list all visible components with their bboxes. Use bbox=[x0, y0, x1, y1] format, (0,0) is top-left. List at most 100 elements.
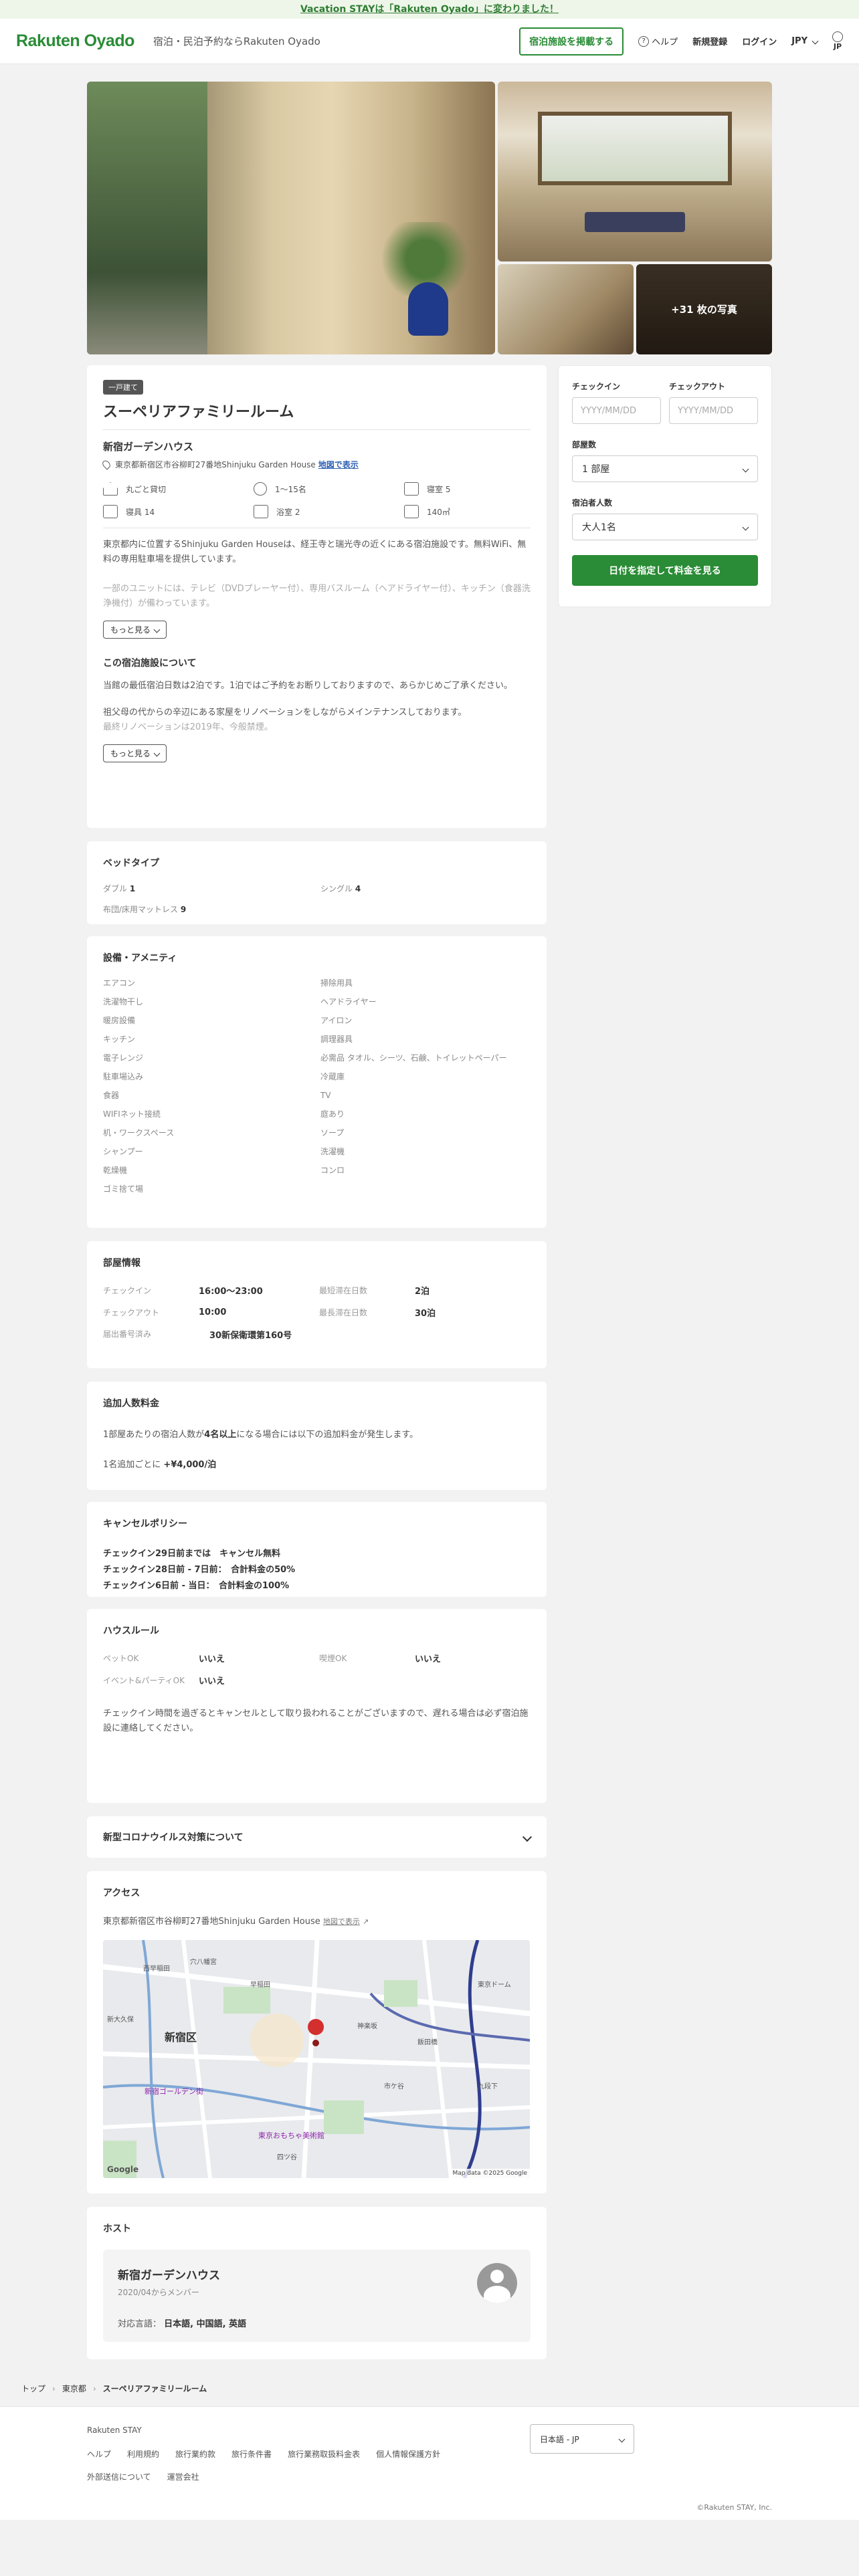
cancel-list: チェックイン29日前までは キャンセル無料 チェックイン28日前 - 7日前： … bbox=[103, 1546, 531, 1594]
spec-label: 1〜15名 bbox=[275, 484, 306, 494]
bed-item: 布団/床用マットレス 9 bbox=[103, 903, 320, 915]
about-para: 最終リノベーションは2019年、今般禁煙。 bbox=[103, 722, 273, 732]
access-address-row: 東京都新宿区市谷柳町27番地Shinjuku Garden House 地図で表… bbox=[103, 1914, 531, 1927]
help-label: ヘルプ bbox=[652, 37, 678, 47]
amenity-item: TV bbox=[320, 1091, 331, 1100]
google-logo: Google bbox=[107, 2165, 139, 2174]
address-text: 東京都新宿区市谷柳町27番地Shinjuku Garden House bbox=[115, 460, 316, 469]
currency-select[interactable]: JPY bbox=[791, 36, 819, 46]
footer-link[interactable]: 外部送信について bbox=[87, 2471, 151, 2482]
rules-grid: ペットOK いいえ 喫煙OK いいえ イベント&パーティOK いいえ bbox=[103, 1652, 531, 1687]
description-para: 一部のユニットには、テレビ（DVDプレーヤー付）、専用バスルーム（ヘアドライヤー… bbox=[103, 584, 531, 609]
map-label: 穴八幡宮 bbox=[190, 1959, 217, 1966]
amenity-item: ゴミ捨て場 bbox=[103, 1184, 144, 1194]
show-more-button[interactable]: もっと見る bbox=[103, 621, 167, 639]
footer-link[interactable]: 利用規約 bbox=[127, 2448, 159, 2460]
footer-link[interactable]: 個人情報保護方針 bbox=[376, 2448, 440, 2460]
avatar bbox=[477, 2263, 517, 2303]
guests-select[interactable]: 大人1名 bbox=[572, 514, 758, 540]
photo-gallery: +31 枚の写真 bbox=[87, 82, 772, 354]
host-name: 新宿ガーデンハウス bbox=[118, 2269, 220, 2282]
breadcrumb-item[interactable]: トップ bbox=[21, 2383, 45, 2394]
bed-count: 4 bbox=[355, 884, 361, 893]
globe-icon bbox=[832, 31, 843, 42]
extra-guest-card: 追加人数料金 1部屋あたりの宿泊人数が4名以上になる場合には以下の追加料金が発生… bbox=[87, 1382, 547, 1490]
footer-link[interactable]: 旅行業務取扱料金表 bbox=[288, 2448, 360, 2460]
photo-4[interactable]: +31 枚の写真 bbox=[636, 264, 772, 354]
signup-link[interactable]: 新規登録 bbox=[692, 35, 727, 47]
smoke-value: いいえ bbox=[415, 1654, 442, 1665]
copyright: ©Rakuten STAY, Inc. bbox=[696, 2503, 772, 2512]
announcement-banner[interactable]: Vacation STAYは「Rakuten Oyado」に変わりました！ bbox=[0, 0, 859, 19]
spec-item: 1〜15名 bbox=[254, 482, 404, 496]
covid-accordion[interactable]: 新型コロナウイルス対策について bbox=[87, 1816, 547, 1858]
amenities-card: 設備・アメニティ エアコン 掃除用具 洗濯物干し ヘアドライヤー 暖房設備 アイロン キッチ… bbox=[87, 936, 547, 1228]
chevron-down-icon bbox=[618, 2436, 626, 2442]
host-lang-value: 日本語, 中国語, 英語 bbox=[164, 2319, 247, 2329]
bed-icon bbox=[103, 505, 118, 518]
amenity-item: ソープ bbox=[320, 1128, 345, 1138]
bed-types-title: ベッドタイプ bbox=[103, 858, 159, 869]
amenity-item: キッチン bbox=[103, 1035, 136, 1044]
property-name: 新宿ガーデンハウス bbox=[103, 441, 194, 453]
main-photo[interactable] bbox=[87, 82, 495, 354]
photo-3[interactable] bbox=[498, 264, 634, 354]
see-price-button[interactable]: 日付を指定して料金を見る bbox=[572, 555, 758, 586]
site-footer: Rakuten STAY ヘルプ 利用規約 旅行業約款 旅行条件書 旅行業務取扱… bbox=[0, 2406, 859, 2520]
cancel-title: キャンセルポリシー bbox=[103, 1519, 187, 1529]
login-link[interactable]: ログイン bbox=[742, 35, 777, 47]
bed-item: ダブル 1 bbox=[103, 883, 320, 894]
breadcrumb-item[interactable]: 東京都 bbox=[62, 2383, 86, 2394]
rooms-select[interactable]: 1 部屋 bbox=[572, 455, 758, 482]
help-icon: ? bbox=[638, 35, 650, 47]
checkout-input[interactable]: YYYY/MM/DD bbox=[669, 397, 758, 424]
photo-2[interactable] bbox=[498, 82, 772, 261]
map-label: 九段下 bbox=[478, 2083, 498, 2090]
event-value: いいえ bbox=[199, 1677, 225, 1687]
amenity-item: 乾燥機 bbox=[103, 1166, 128, 1175]
logo[interactable]: Rakuten Oyado bbox=[16, 31, 134, 51]
extra-text: になる場合には以下の追加料金が発生します。 bbox=[236, 1430, 419, 1440]
host-title: ホスト bbox=[103, 2224, 131, 2234]
map-label: 飯田橋 bbox=[417, 2039, 438, 2046]
room-title: スーペリアファミリールーム bbox=[103, 400, 531, 430]
footer-link[interactable]: 運営会社 bbox=[167, 2471, 199, 2482]
amenity-item: 食器 bbox=[103, 1091, 120, 1100]
access-title: アクセス bbox=[103, 1888, 140, 1899]
footer-link[interactable]: 旅行業約款 bbox=[175, 2448, 215, 2460]
amenity-item: 駐車場込み bbox=[103, 1072, 144, 1081]
amenity-item: シャンプー bbox=[103, 1147, 143, 1156]
description-para: 東京都内に位置するShinjuku Garden Houseは、経王寺と瑞光寺の… bbox=[103, 540, 527, 564]
chevron-right-icon: › bbox=[52, 2383, 56, 2393]
help-link[interactable]: ? ヘルプ bbox=[638, 35, 678, 47]
footer-links: ヘルプ 利用規約 旅行業約款 旅行条件書 旅行業務取扱料金表 個人情報保護方針 bbox=[87, 2448, 440, 2460]
footer-link[interactable]: 旅行条件書 bbox=[231, 2448, 272, 2460]
tagline: 宿泊・民泊予約ならRakuten Oyado bbox=[153, 35, 320, 47]
access-map-link[interactable]: 地図で表示 bbox=[323, 1917, 360, 1926]
guests-value: 大人1名 bbox=[582, 522, 616, 533]
spec-item: 140㎡ bbox=[404, 505, 531, 518]
map[interactable]: 新宿区 東京おもちゃ美術館 新宿ゴールデン街 西早稲田 早稲田 神楽坂 飯田橋 … bbox=[103, 1940, 530, 2178]
spec-label: 丸ごと貸切 bbox=[126, 484, 167, 494]
map-label: 西早稲田 bbox=[143, 1965, 170, 1973]
map-label: 市ケ谷 bbox=[384, 2083, 404, 2090]
chevron-down-icon bbox=[522, 1832, 533, 1842]
rules-title: ハウスルール bbox=[103, 1626, 159, 1636]
footer-link[interactable]: ヘルプ bbox=[87, 2448, 111, 2460]
checkin-input[interactable]: YYYY/MM/DD bbox=[572, 397, 661, 424]
amenity-item: 調理器具 bbox=[320, 1035, 353, 1044]
min-stay-value: 2泊 bbox=[415, 1287, 430, 1297]
show-map-link[interactable]: 地図で表示 bbox=[318, 459, 359, 470]
show-more-button[interactable]: もっと見る bbox=[103, 744, 167, 762]
language-select[interactable]: JP bbox=[832, 31, 843, 51]
rooms-value: 1 部屋 bbox=[582, 464, 610, 475]
list-property-button[interactable]: 宿泊施設を掲載する bbox=[519, 27, 624, 56]
amenity-item: アイロン bbox=[320, 1016, 353, 1025]
map-canvas bbox=[103, 1940, 530, 2178]
amenities-list: エアコン 掃除用具 洗濯物干し ヘアドライヤー 暖房設備 アイロン キッチン 調理器具 電子レン… bbox=[103, 978, 531, 1195]
chevron-down-icon bbox=[742, 465, 749, 472]
spec-label: 寝室 5 bbox=[427, 484, 451, 494]
map-label: 東京おもちゃ美術館 bbox=[258, 2131, 324, 2140]
footer-language-select[interactable]: 日本語 - JP bbox=[530, 2424, 634, 2454]
chevron-down-icon bbox=[153, 750, 161, 757]
